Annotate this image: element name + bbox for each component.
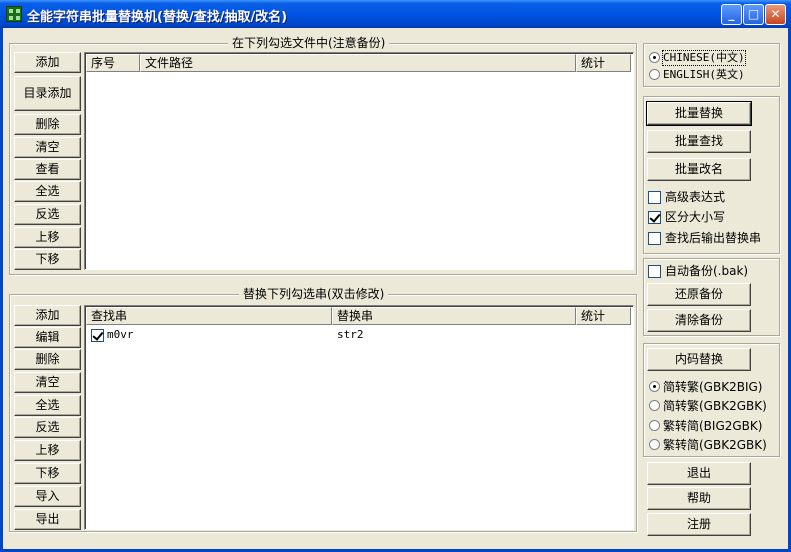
language-english-label[interactable]: ENGLISH(英文): [663, 68, 745, 82]
case-sensitive-label[interactable]: 区分大小写: [665, 210, 725, 224]
file-view-button[interactable]: 查看: [14, 159, 81, 180]
replace-move-up-button[interactable]: 上移: [14, 440, 81, 461]
file-invert-button[interactable]: 反选: [14, 204, 81, 225]
window-title: 全能字符串批量替换机(替换/查找/抽取/改名): [27, 10, 288, 25]
replace-clear-button[interactable]: 清空: [14, 372, 81, 393]
file-add-button[interactable]: 添加: [14, 52, 81, 73]
column-header-path[interactable]: 文件路径: [140, 54, 576, 72]
exit-button[interactable]: 退出: [647, 462, 751, 485]
clear-backup-button[interactable]: 清除备份: [647, 309, 751, 332]
replace-delete-button[interactable]: 删除: [14, 349, 81, 370]
encoding-replace-button[interactable]: 内码替换: [647, 348, 751, 371]
help-button[interactable]: 帮助: [647, 487, 751, 510]
column-header-find[interactable]: 查找串: [86, 307, 332, 325]
replace-group-label: 替换下列勾选串(双击修改): [239, 287, 389, 301]
file-clear-button[interactable]: 清空: [14, 137, 81, 158]
replace-list[interactable]: 查找串 替换串 统计 m0vr str2: [84, 305, 634, 530]
replace-invert-button[interactable]: 反选: [14, 417, 81, 438]
column-header-count[interactable]: 统计: [576, 307, 631, 325]
encoding-option-radio[interactable]: [649, 381, 660, 392]
replace-select-all-button[interactable]: 全选: [14, 395, 81, 416]
output-replacement-checkbox[interactable]: [648, 232, 661, 245]
title-bar[interactable]: 全能字符串批量替换机(替换/查找/抽取/改名) _ □ ✕: [0, 0, 791, 28]
advanced-expression-label[interactable]: 高级表达式: [665, 190, 725, 204]
minimize-button[interactable]: _: [721, 4, 742, 25]
language-chinese-label[interactable]: CHINESE(中文): [662, 50, 746, 66]
column-header-index[interactable]: 序号: [86, 54, 140, 72]
file-list[interactable]: 序号 文件路径 统计: [84, 52, 634, 270]
encoding-option-label[interactable]: 繁转简(BIG2GBK): [663, 419, 762, 433]
file-delete-button[interactable]: 删除: [14, 114, 81, 135]
file-select-all-button[interactable]: 全选: [14, 181, 81, 202]
main-window: 全能字符串批量替换机(替换/查找/抽取/改名) _ □ ✕ 在下列勾选文件中(注…: [0, 0, 791, 552]
encoding-option-label[interactable]: 简转繁(GBK2GBK): [663, 399, 767, 413]
register-button[interactable]: 注册: [647, 513, 751, 536]
batch-find-button[interactable]: 批量查找: [647, 130, 751, 153]
column-header-replace[interactable]: 替换串: [332, 307, 576, 325]
encoding-option-radio[interactable]: [649, 420, 660, 431]
replace-move-down-button[interactable]: 下移: [14, 463, 81, 484]
encoding-option-label[interactable]: 繁转简(GBK2GBK): [663, 438, 767, 452]
encoding-option-radio[interactable]: [649, 400, 660, 411]
files-group-label: 在下列勾选文件中(注意备份): [228, 36, 390, 50]
table-row[interactable]: m0vr str2: [86, 327, 630, 343]
column-header-count[interactable]: 统计: [576, 54, 631, 72]
file-move-up-button[interactable]: 上移: [14, 227, 81, 248]
replace-edit-button[interactable]: 编辑: [14, 327, 81, 348]
row-replace-text: str2: [337, 328, 364, 341]
auto-backup-label[interactable]: 自动备份(.bak): [665, 264, 748, 278]
encoding-option-label[interactable]: 简转繁(GBK2BIG): [663, 380, 762, 394]
replace-export-button[interactable]: 导出: [14, 509, 81, 530]
close-button[interactable]: ✕: [765, 4, 786, 25]
language-english-radio[interactable]: [649, 69, 660, 80]
language-chinese-radio[interactable]: [649, 52, 660, 63]
maximize-button[interactable]: □: [743, 4, 764, 25]
encoding-option-radio[interactable]: [649, 439, 660, 450]
batch-rename-button[interactable]: 批量改名: [647, 158, 751, 181]
file-move-down-button[interactable]: 下移: [14, 249, 81, 270]
row-find-text: m0vr: [107, 328, 134, 341]
replace-add-button[interactable]: 添加: [14, 305, 81, 326]
output-replacement-label[interactable]: 查找后输出替换串: [665, 231, 761, 245]
row-checkbox[interactable]: [91, 329, 104, 342]
window-frame-left: [0, 28, 3, 552]
file-add-folder-button[interactable]: 目录添加: [14, 76, 81, 111]
auto-backup-checkbox[interactable]: [648, 265, 661, 278]
advanced-expression-checkbox[interactable]: [648, 191, 661, 204]
replace-import-button[interactable]: 导入: [14, 486, 81, 507]
case-sensitive-checkbox[interactable]: [648, 211, 661, 224]
app-icon: [6, 6, 22, 22]
restore-backup-button[interactable]: 还原备份: [647, 283, 751, 306]
batch-replace-button[interactable]: 批量替换: [646, 101, 752, 126]
